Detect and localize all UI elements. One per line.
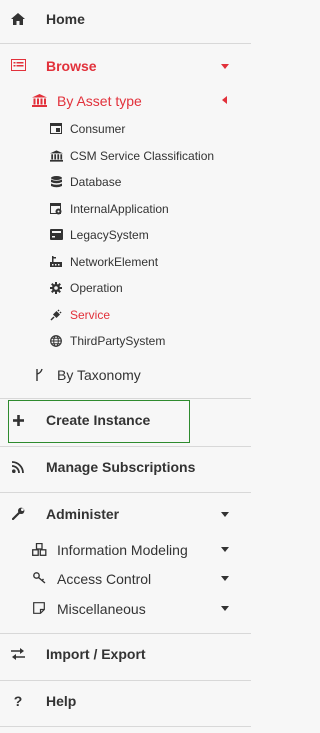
bank-icon [31,93,47,107]
key-icon [31,571,47,585]
chevron-down-icon [221,606,229,611]
chevron-down-icon [221,512,229,517]
asset-type-label: Operation [70,281,123,295]
asset-type-internal-application[interactable]: InternalApplication [0,199,251,219]
nav-by-taxonomy[interactable]: By Taxonomy [0,362,251,386]
asset-type-label: NetworkElement [70,255,159,269]
nav-home[interactable]: Home [0,0,251,40]
asset-type-label: Database [70,175,122,189]
nav-administer-label: Administer [46,506,120,522]
divider [0,43,251,44]
legacy-system-icon [49,228,63,241]
gear-icon [49,281,63,294]
nav-home-label: Home [46,11,85,27]
asset-type-database[interactable]: Database [0,172,251,192]
nav-manage-subscriptions-label: Manage Subscriptions [46,459,196,475]
asset-type-legacy-system[interactable]: LegacySystem [0,225,251,245]
nav-import-export-label: Import / Export [46,646,146,662]
asset-type-label: CSM Service Classification [70,149,215,163]
asset-type-label: InternalApplication [70,202,169,216]
divider [0,726,251,727]
chevron-down-icon [221,547,229,552]
divider [0,492,251,493]
nav-miscellaneous-label: Miscellaneous [57,601,146,617]
nav-information-modeling-label: Information Modeling [57,542,188,558]
asset-type-csm-service-classification[interactable]: CSM Service Classification [0,146,251,166]
sidebar-nav: Home Browse By Asset type Consumer CSM S… [0,0,251,733]
asset-type-label: Consumer [70,122,126,136]
chevron-left-icon [222,96,227,104]
nav-information-modeling[interactable]: Information Modeling [0,537,251,561]
nav-create-instance-label: Create Instance [46,412,151,428]
nav-help-label: Help [46,693,77,709]
question-icon: ? [13,693,23,709]
cubes-icon [31,542,47,556]
globe-icon [49,334,63,347]
wrench-icon [10,506,26,520]
asset-type-network-element[interactable]: NetworkElement [0,252,251,272]
plug-icon [49,308,63,321]
rss-icon [10,460,26,474]
nav-manage-subscriptions[interactable]: Manage Subscriptions [0,452,251,484]
nav-create-instance[interactable]: Create Instance [0,405,251,437]
nav-by-asset-type-label: By Asset type [57,93,142,109]
nav-administer[interactable]: Administer [0,498,251,530]
divider [0,398,251,399]
nav-browse[interactable]: Browse [0,50,251,82]
consumer-window-icon [49,122,63,135]
asset-type-label: Service [70,308,111,322]
nav-browse-label: Browse [46,58,97,74]
nav-help[interactable]: ? Help [0,686,251,718]
asset-type-consumer[interactable]: Consumer [0,119,251,139]
nav-by-taxonomy-label: By Taxonomy [57,367,141,383]
divider [0,446,251,447]
nav-access-control[interactable]: Access Control [0,566,251,590]
divider [0,680,251,681]
nav-by-asset-type[interactable]: By Asset type [0,88,251,112]
home-icon [10,12,26,26]
exchange-icon [10,647,26,661]
nav-import-export[interactable]: Import / Export [0,639,251,671]
database-icon [49,175,63,188]
nav-miscellaneous[interactable]: Miscellaneous [0,596,251,620]
chevron-down-icon [221,64,229,69]
asset-type-label: LegacySystem [70,228,149,242]
note-icon [31,601,47,615]
network-element-icon [49,255,63,268]
browse-list-icon [10,58,26,72]
chevron-down-icon [221,576,229,581]
asset-type-third-party-system[interactable]: ThirdPartySystem [0,331,251,351]
taxonomy-icon [31,367,47,381]
plus-icon [10,413,26,427]
divider [0,633,251,634]
nav-access-control-label: Access Control [57,571,152,587]
asset-type-operation[interactable]: Operation [0,278,251,298]
internal-application-icon [49,202,63,215]
bank-icon [49,149,63,162]
asset-type-label: ThirdPartySystem [70,334,166,348]
asset-type-service[interactable]: Service [0,305,251,325]
